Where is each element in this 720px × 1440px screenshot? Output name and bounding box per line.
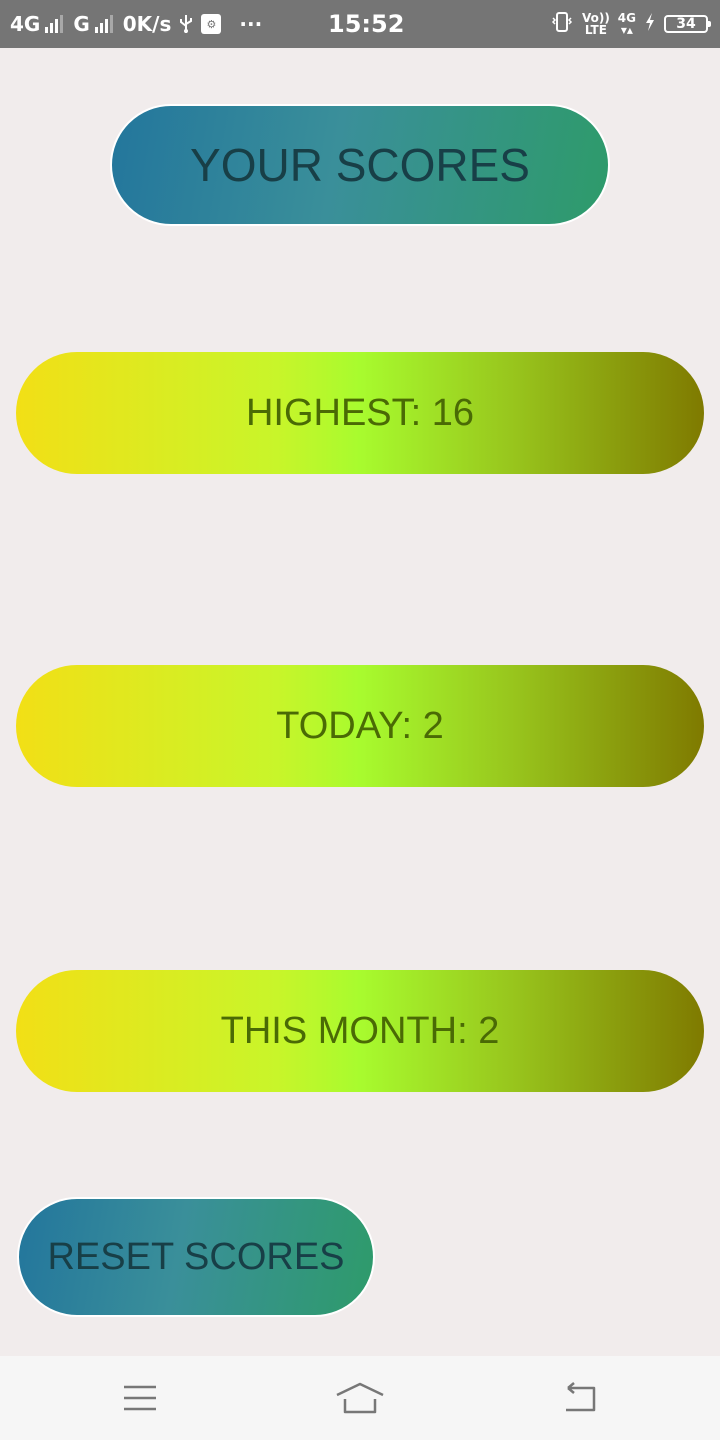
usb-icon xyxy=(179,14,193,34)
data-arrows-icon: ▾▴ xyxy=(620,23,633,37)
signal-icon xyxy=(45,15,65,33)
today-score: TODAY: 2 xyxy=(16,665,704,787)
back-icon[interactable] xyxy=(520,1356,640,1440)
navigation-bar xyxy=(0,1356,720,1440)
more-notifications-icon: ··· xyxy=(239,12,263,36)
charging-icon xyxy=(644,12,656,36)
status-bar: 4G G 0K/s ⚙ ··· 15:52 Vo)) LTE 4G ▾▴ 34 xyxy=(0,0,720,48)
status-bar-right: Vo)) LTE 4G ▾▴ 34 xyxy=(542,0,711,48)
network-type-label: 4G xyxy=(10,12,41,36)
vibrate-icon xyxy=(550,11,574,37)
status-bar-left: 4G G 0K/s ⚙ ··· xyxy=(10,0,270,48)
home-icon[interactable] xyxy=(300,1356,420,1440)
network-indicator-3: 4G ▾▴ xyxy=(618,12,636,36)
battery-icon: 34 xyxy=(664,15,711,33)
highest-score: HIGHEST: 16 xyxy=(16,352,704,474)
volte-bottom-label: LTE xyxy=(584,23,607,37)
usb-debug-icon: ⚙ xyxy=(201,14,222,34)
volte-indicator: Vo)) LTE xyxy=(582,12,610,36)
reset-scores-button[interactable]: RESET SCORES xyxy=(17,1197,375,1317)
network-speed: 0K/s xyxy=(122,12,172,36)
network-indicator-1: 4G xyxy=(10,12,65,36)
page-title: YOUR SCORES xyxy=(110,104,610,226)
menu-icon[interactable] xyxy=(80,1356,200,1440)
network-indicator-2: G xyxy=(73,12,114,36)
signal-icon xyxy=(94,15,115,33)
month-score: THIS MONTH: 2 xyxy=(16,970,704,1092)
clock: 15:52 xyxy=(328,10,405,38)
network-type-label: G xyxy=(73,12,90,36)
battery-level: 34 xyxy=(676,16,696,32)
